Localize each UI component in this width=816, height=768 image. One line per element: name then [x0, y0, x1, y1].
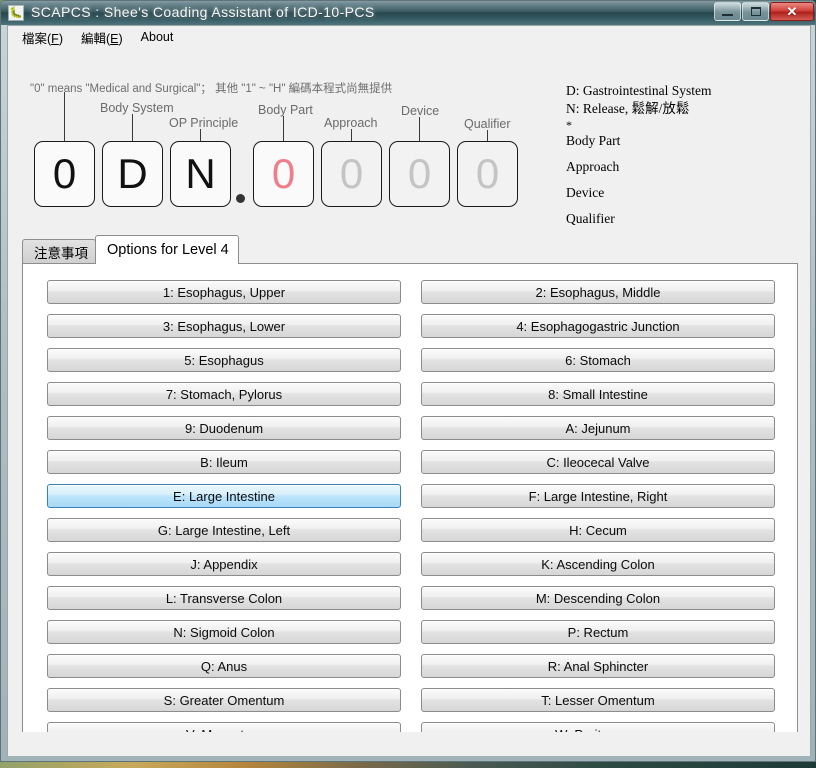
code-connector-tick-2: [132, 114, 133, 141]
description-line-5: Approach: [566, 159, 620, 174]
description-line-4: Body Part: [566, 133, 621, 148]
option-button[interactable]: T: Lesser Omentum: [421, 688, 775, 712]
description-line-1: D: Gastrointestinal System: [566, 83, 712, 98]
code-box-7[interactable]: 0: [457, 141, 518, 207]
code-connector-tick-3: [200, 129, 201, 141]
option-button[interactable]: J: Appendix: [47, 552, 401, 576]
option-button[interactable]: 9: Duodenum: [47, 416, 401, 440]
option-button[interactable]: 3: Esophagus, Lower: [47, 314, 401, 338]
maximize-button[interactable]: [742, 2, 769, 21]
option-button[interactable]: B: Ileum: [47, 450, 401, 474]
menu-item-1[interactable]: 檔案(F): [13, 26, 72, 49]
tab-1[interactable]: 注意事項: [22, 239, 96, 264]
close-icon: ✕: [786, 3, 798, 19]
minimize-icon: [722, 14, 733, 16]
option-button[interactable]: E: Large Intestine: [47, 484, 401, 508]
option-button[interactable]: 5: Esophagus: [47, 348, 401, 372]
title-bar[interactable]: 🐛 SCAPCS : Shee's Coading Assistant of I…: [1, 1, 815, 25]
option-button[interactable]: P: Rectum: [421, 620, 775, 644]
app-icon[interactable]: 🐛: [8, 5, 24, 21]
code-box-6[interactable]: 0: [389, 141, 450, 207]
option-button[interactable]: Q: Anus: [47, 654, 401, 678]
tab-panel-options: 1: Esophagus, Upper 2: Esophagus, Middle 3…: [22, 263, 798, 756]
description-line-3: *: [566, 118, 572, 132]
option-button[interactable]: K: Ascending Colon: [421, 552, 775, 576]
code-header-label-7: Qualifier: [464, 117, 511, 131]
tab-label: 注意事項: [34, 246, 88, 261]
option-button[interactable]: 7: Stomach, Pylorus: [47, 382, 401, 406]
code-header-label-2: Body System: [100, 101, 174, 115]
instruction-text: "0" means "Medical and Surgical"； 其他 "1"…: [30, 83, 393, 95]
option-button[interactable]: 2: Esophagus, Middle: [421, 280, 775, 304]
tab-label: Options for Level 4: [107, 242, 229, 258]
code-connector-tick-1: [64, 92, 65, 141]
option-button[interactable]: M: Descending Colon: [421, 586, 775, 610]
code-connector-tick-5: [351, 129, 352, 141]
bottom-strip: [8, 732, 810, 756]
option-button[interactable]: R: Anal Sphincter: [421, 654, 775, 678]
code-connector-tick-6: [419, 117, 420, 141]
option-button[interactable]: S: Greater Omentum: [47, 688, 401, 712]
menu-item-3[interactable]: About: [132, 28, 183, 46]
code-header-label-3: OP Principle: [169, 116, 239, 130]
code-box-2[interactable]: D: [102, 141, 163, 207]
description-line-6: Device: [566, 185, 605, 200]
close-button[interactable]: ✕: [770, 2, 814, 21]
option-button[interactable]: 1: Esophagus, Upper: [47, 280, 401, 304]
option-button[interactable]: 8: Small Intestine: [421, 382, 775, 406]
tab-2[interactable]: Options for Level 4: [95, 235, 239, 264]
client-area: 檔案(F) 編輯(E) About "0" means "Medical and S…: [7, 25, 811, 756]
option-button[interactable]: 6: Stomach: [421, 348, 775, 372]
code-connector-tick-7: [487, 130, 488, 141]
window-title: SCAPCS : Shee's Coading Assistant of ICD…: [31, 4, 375, 20]
option-button-grid: 1: Esophagus, Upper 2: Esophagus, Middle 3…: [47, 280, 775, 746]
option-button[interactable]: H: Cecum: [421, 518, 775, 542]
code-box-1[interactable]: 0: [34, 141, 95, 207]
maximize-icon: [750, 7, 761, 16]
description-line-7: Qualifier: [566, 211, 615, 226]
code-description-panel: D: Gastrointestinal System N: Release, 鬆解…: [558, 76, 804, 239]
option-button[interactable]: L: Transverse Colon: [47, 586, 401, 610]
window-controls: ✕: [714, 2, 814, 21]
code-header-label-5: Approach: [324, 116, 378, 130]
menu-item-2[interactable]: 編輯(E): [72, 26, 132, 49]
code-connector-tick-4: [283, 116, 284, 141]
option-button[interactable]: G: Large Intestine, Left: [47, 518, 401, 542]
code-header-label-4: Body Part: [258, 103, 313, 117]
option-button[interactable]: F: Large Intestine, Right: [421, 484, 775, 508]
tab-strip: 注意事項 Options for Level 4: [22, 235, 798, 264]
code-box-4[interactable]: 0: [253, 141, 314, 207]
option-button[interactable]: N: Sigmoid Colon: [47, 620, 401, 644]
minimize-button[interactable]: [714, 2, 741, 21]
option-button[interactable]: 4: Esophagogastric Junction: [421, 314, 775, 338]
option-button[interactable]: A: Jejunum: [421, 416, 775, 440]
description-line-2: N: Release, 鬆解/放鬆: [566, 101, 690, 116]
code-box-3[interactable]: N: [170, 141, 231, 207]
option-button[interactable]: C: Ileocecal Valve: [421, 450, 775, 474]
code-box-5[interactable]: 0: [321, 141, 382, 207]
code-separator-dot: [236, 194, 245, 203]
application-window: 🐛 SCAPCS : Shee's Coading Assistant of I…: [0, 0, 816, 762]
menu-bar: 檔案(F) 編輯(E) About: [8, 26, 810, 48]
code-header-label-6: Device: [401, 104, 440, 118]
